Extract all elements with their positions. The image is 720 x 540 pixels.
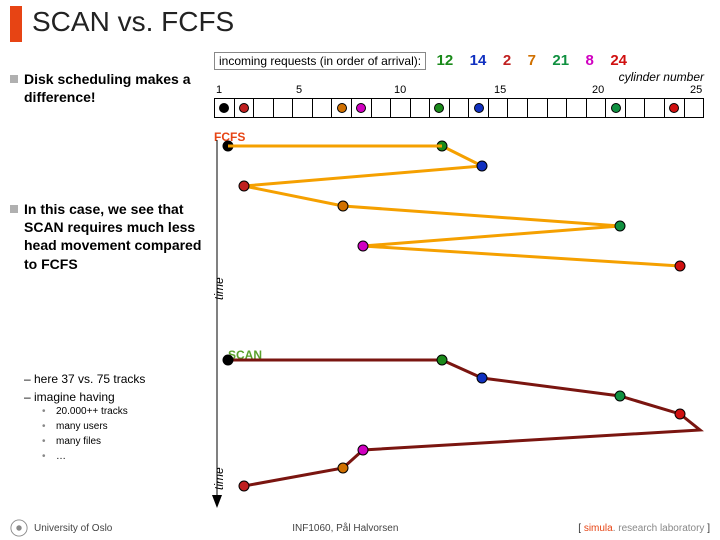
start-dot-icon [219, 103, 229, 113]
req-14: 14 [464, 52, 493, 69]
page-title: SCAN vs. FCFS [32, 6, 234, 38]
fcfs-path [214, 130, 714, 510]
req-8: 8 [580, 52, 600, 69]
sub-bullet-1-text: here 37 vs. 75 tracks [34, 372, 145, 386]
bullet-2-text: In this case, we see that SCAN requires … [24, 200, 206, 273]
footer-right: [ simula. research laboratory ] [578, 523, 710, 534]
schedule-diagram: FCFS SCAN time time [214, 130, 710, 510]
req-12: 12 [431, 52, 460, 69]
sub-bullets: –here 37 vs. 75 tracks –imagine having •… [10, 368, 210, 464]
axis-tick-15: 15 [494, 84, 506, 96]
req-21: 21 [546, 52, 575, 69]
req-2: 2 [497, 52, 517, 69]
cylinder-strip [214, 98, 704, 118]
dot-21-icon [611, 103, 621, 113]
uio-logo-icon [10, 519, 28, 537]
axis-tick-5: 5 [296, 84, 302, 96]
bullet-square-icon [10, 75, 18, 83]
dot-14-icon [474, 103, 484, 113]
dot-2-icon [239, 103, 249, 113]
axis-tick-20: 20 [592, 84, 604, 96]
dot-24-icon [669, 103, 679, 113]
subsub-2: •many users [42, 419, 210, 434]
subsub-3: •many files [42, 434, 210, 449]
dot-12-icon [434, 103, 444, 113]
dot-7-icon [337, 103, 347, 113]
footer-uio: University of Oslo [34, 523, 112, 534]
req-24: 24 [604, 52, 633, 69]
bullet-1-text: Disk scheduling makes a difference! [24, 70, 210, 106]
subsub-4: •… [42, 449, 210, 464]
title-accent-bar [10, 6, 22, 42]
cylinder-number-label: cylinder number [619, 70, 704, 84]
bullet-square-icon [10, 205, 18, 213]
requests-label: incoming requests (in order of arrival): [214, 52, 426, 70]
dot-8-icon [356, 103, 366, 113]
slide: SCAN vs. FCFS Disk scheduling makes a di… [0, 0, 720, 540]
sub-bullet-2-text: imagine having [34, 390, 115, 404]
title-bar: SCAN vs. FCFS [0, 0, 720, 42]
footer: University of Oslo INF1060, Pål Halvorse… [0, 519, 720, 537]
axis-tick-10: 10 [394, 84, 406, 96]
axis-tick-1: 1 [216, 84, 222, 96]
subsub-1: •20.000++ tracks [42, 404, 210, 419]
sub-bullet-2: –imagine having [24, 390, 210, 404]
bullet-1-block: Disk scheduling makes a difference! [10, 70, 210, 112]
requests-header: incoming requests (in order of arrival):… [214, 52, 714, 70]
axis-tick-25: 25 [690, 84, 702, 96]
req-7: 7 [522, 52, 542, 69]
sub-bullet-1: –here 37 vs. 75 tracks [24, 372, 210, 386]
footer-center: INF1060, Pål Halvorsen [292, 523, 398, 534]
bullet-2-block: In this case, we see that SCAN requires … [10, 200, 206, 279]
